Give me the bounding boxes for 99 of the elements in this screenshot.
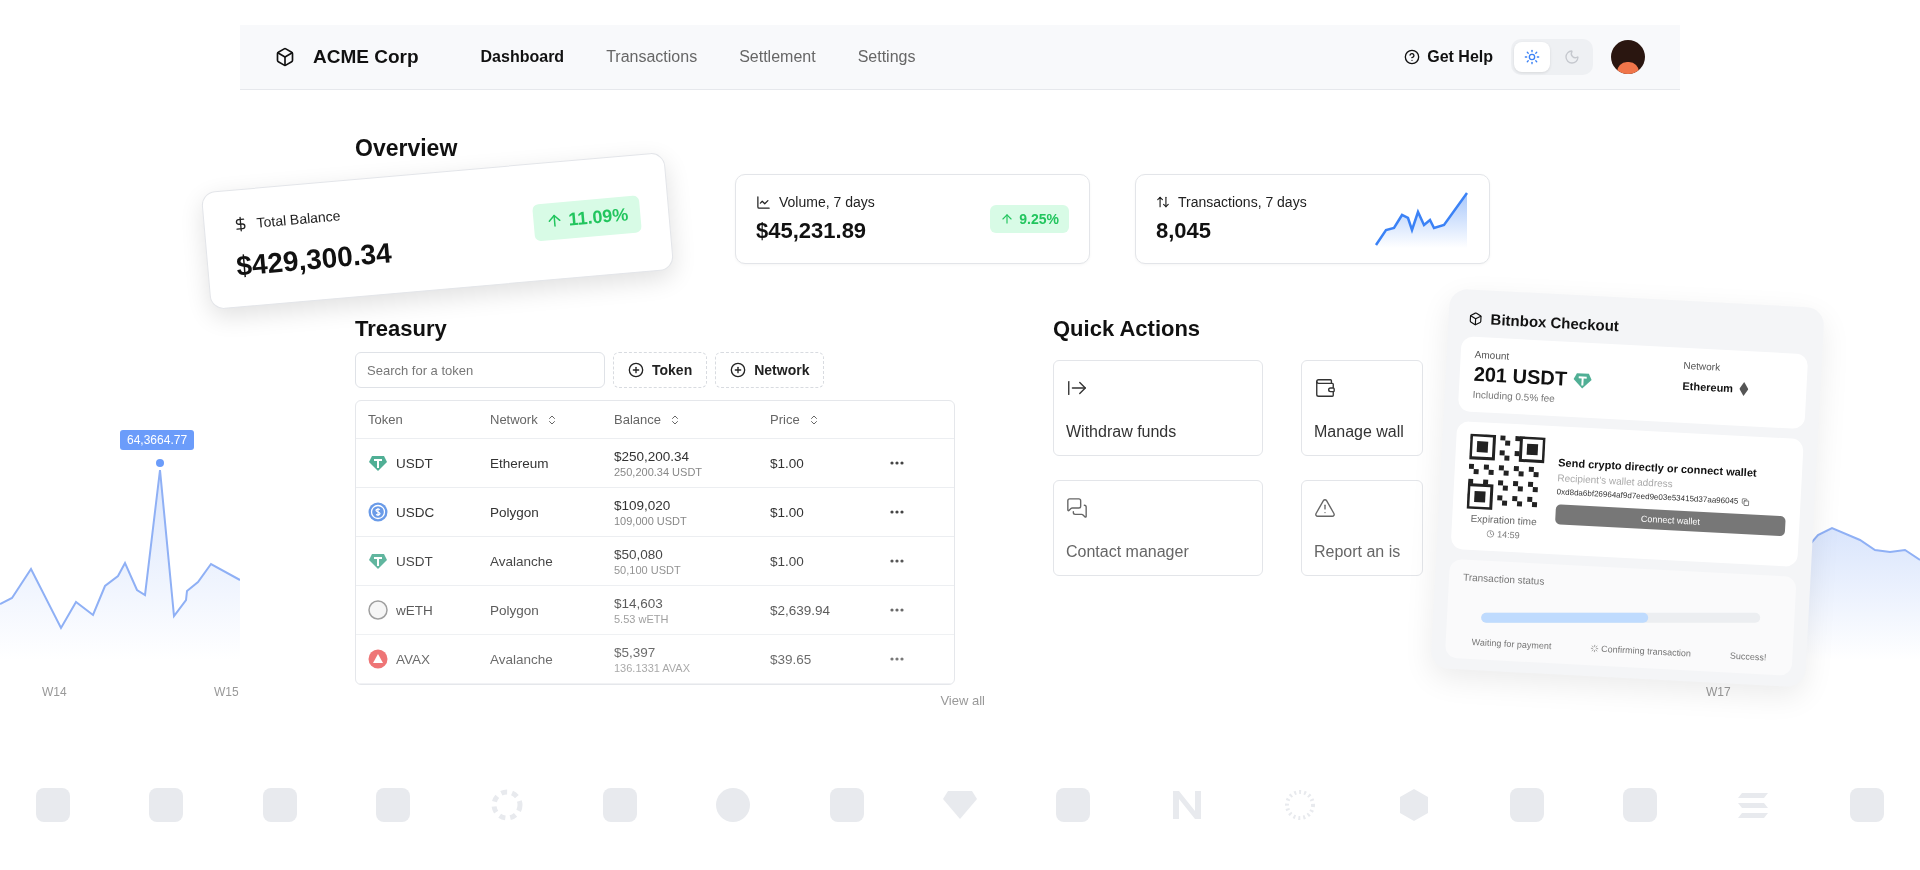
action-card[interactable]: Report an is xyxy=(1301,480,1423,576)
more-icon xyxy=(890,559,904,563)
filter-button[interactable]: Network xyxy=(715,352,825,388)
avalanche-logo-icon xyxy=(368,649,388,669)
action-card[interactable]: Manage wall xyxy=(1301,360,1423,456)
token-amount: 136.1331 AVAX xyxy=(614,661,692,674)
help-icon xyxy=(1404,49,1421,65)
usdc-logo-icon xyxy=(368,502,388,522)
balance-value: $429,300.34 xyxy=(234,236,394,283)
coin-logo-icon xyxy=(368,600,388,620)
copy-icon[interactable] xyxy=(1741,497,1750,506)
change-badge: 9.25% xyxy=(990,205,1069,233)
table-cell-text: $14,603 xyxy=(614,595,664,611)
table-cell-text: $2,639.94 xyxy=(770,602,832,618)
column-header[interactable]: Network xyxy=(490,412,614,427)
table-cell: AVAX xyxy=(368,649,490,669)
cube-logo-icon xyxy=(275,47,295,67)
tether-logo-icon xyxy=(368,453,388,473)
table-cell-text: $5,397 xyxy=(614,644,657,660)
table-cell-text: $1.00 xyxy=(770,455,805,471)
status-step: Success! xyxy=(1729,650,1767,663)
plus-icon xyxy=(730,362,747,378)
warning-icon xyxy=(1314,497,1336,519)
tether-logo-icon xyxy=(368,551,388,571)
sort-icon xyxy=(669,413,681,426)
connect-wallet-button[interactable]: Connect wallet xyxy=(1555,504,1786,537)
field-label: Network xyxy=(1683,359,1722,375)
axis-label: W17 xyxy=(1706,685,1731,699)
wallet-icon xyxy=(1314,377,1336,399)
card-label: Volume, 7 days xyxy=(779,194,875,210)
column-header: Token xyxy=(368,412,404,427)
column-header[interactable]: Price xyxy=(770,412,890,427)
light-mode-button[interactable] xyxy=(1514,42,1550,72)
section-title: Overview xyxy=(355,135,459,162)
token-amount: 5.53 wETH xyxy=(614,612,670,625)
table-cell-text: $109,020 xyxy=(614,497,672,513)
fee-note: Including 0.5% fee xyxy=(1472,388,1557,407)
token-amount: 50,100 USDT xyxy=(614,563,682,576)
spinner-icon xyxy=(1589,644,1599,653)
ethereum-icon xyxy=(1738,381,1749,397)
line-chart-icon xyxy=(756,194,771,210)
card-label: Total Balance xyxy=(255,207,342,231)
moon-icon xyxy=(1564,49,1580,65)
cube-logo-icon xyxy=(1468,310,1484,326)
table-cell: USDT xyxy=(368,453,490,473)
section-title: Quick Actions xyxy=(1053,316,1201,342)
section-title: Treasury xyxy=(355,316,447,342)
token-amount: 250,200.34 USDT xyxy=(614,465,704,478)
table-cell-text: $1.00 xyxy=(770,553,805,569)
volume-value: $45,231.89 xyxy=(756,218,868,244)
search-field[interactable]: Search for a token xyxy=(355,352,605,388)
more-icon xyxy=(890,657,904,661)
plus-icon xyxy=(628,362,644,378)
table-cell-text: $250,200.34 xyxy=(614,448,691,464)
status-step: Confirming transaction xyxy=(1589,643,1692,659)
table-cell-text: $39.65 xyxy=(770,651,813,667)
table-cell: USDT xyxy=(368,551,490,571)
table-cell-text: Polygon xyxy=(490,504,540,520)
more-icon xyxy=(890,461,904,465)
table-cell-text: $1.00 xyxy=(770,504,805,520)
nav-link[interactable]: Dashboard xyxy=(480,48,565,66)
field-label: Transaction status xyxy=(1462,571,1546,589)
table-cell-text: Avalanche xyxy=(490,651,554,667)
column-header[interactable]: Balance xyxy=(614,412,770,427)
nav-link[interactable]: Settings xyxy=(857,48,916,66)
amount-value: 201 USDT xyxy=(1473,362,1568,391)
action-card[interactable]: Contact manager xyxy=(1053,480,1263,576)
expiration-label: Expiration time xyxy=(1470,512,1537,528)
status-step: Waiting for payment xyxy=(1471,637,1552,652)
user-avatar[interactable] xyxy=(1611,40,1645,74)
sort-arrows-icon xyxy=(1156,195,1170,209)
table-cell-text: Avalanche xyxy=(490,553,554,569)
action-card[interactable]: Withdraw funds xyxy=(1053,360,1263,456)
transactions-value: 8,045 xyxy=(1156,218,1213,244)
clock-icon xyxy=(1485,529,1495,539)
table-cell: wETH xyxy=(368,600,490,620)
more-icon xyxy=(890,510,904,514)
chart-tooltip: 64,3664.77 xyxy=(120,430,195,450)
table-cell: USDC xyxy=(368,502,490,522)
field-label: Amount xyxy=(1474,348,1511,364)
help-link[interactable]: Get Help xyxy=(1404,48,1493,66)
nav-link[interactable]: Transactions xyxy=(606,48,698,66)
change-badge: 11.09% xyxy=(531,194,642,241)
network-value: Ethereum xyxy=(1682,379,1734,395)
nav-link[interactable]: Settlement xyxy=(739,48,816,66)
table-cell-text: Polygon xyxy=(490,602,540,618)
token-amount: 109,000 USDT xyxy=(614,514,688,527)
table-cell-text: $50,080 xyxy=(614,546,664,562)
axis-label: W15 xyxy=(214,685,239,699)
expiration-time: 14:59 xyxy=(1496,529,1520,541)
filter-button[interactable]: Token xyxy=(613,352,708,388)
table-cell-text: Ethereum xyxy=(490,455,550,471)
widget-title: Bitnbox Checkout xyxy=(1490,310,1620,335)
more-icon xyxy=(890,608,904,612)
axis-label: W14 xyxy=(42,685,67,699)
chat-bubbles-icon xyxy=(1066,497,1088,519)
sun-icon xyxy=(1524,49,1540,65)
brand-name: ACME Corp xyxy=(313,46,419,68)
card-label: Transactions, 7 days xyxy=(1178,194,1307,210)
